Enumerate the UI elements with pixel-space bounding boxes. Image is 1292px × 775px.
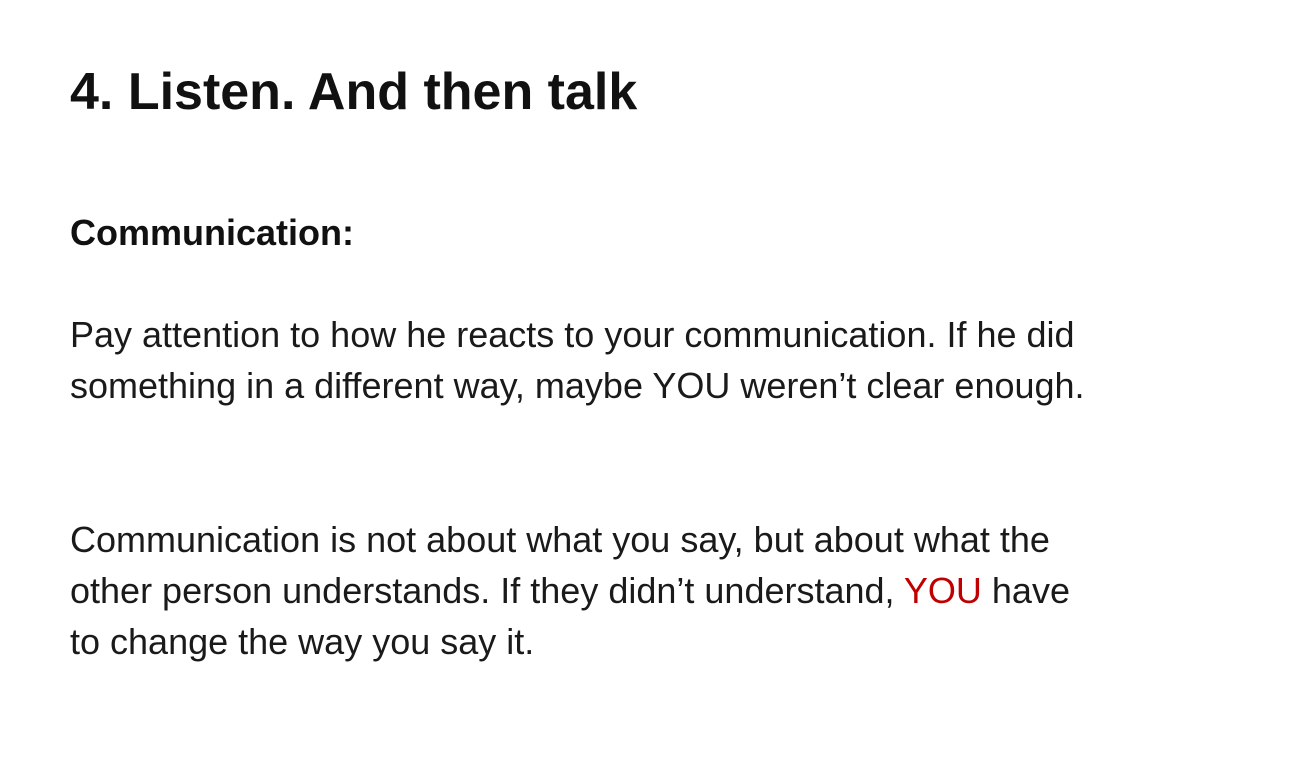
paragraph-line: Communication is not about what you say,… <box>70 519 1050 560</box>
paragraph-line: Pay attention to how he reacts to your c… <box>70 314 1075 355</box>
text-segment: have <box>981 570 1070 611</box>
paragraph-line: to change the way you say it. <box>70 621 535 662</box>
paragraph-communication-understanding: Communication is not about what you say,… <box>70 514 1270 667</box>
text-segment: other person understands. If they didn’t… <box>70 570 904 611</box>
slide-title: 4. Listen. And then talk <box>70 63 638 121</box>
paragraph-communication-attention: Pay attention to how he reacts to your c… <box>70 309 1270 411</box>
slide: 4. Listen. And then talk Communication: … <box>0 0 1292 775</box>
section-heading: Communication: <box>70 212 354 253</box>
highlighted-word: YOU <box>903 570 982 611</box>
paragraph-line: something in a different way, maybe YOU … <box>70 365 1085 406</box>
paragraph-line-with-highlight: other person understands. If they didn’t… <box>70 565 1270 616</box>
